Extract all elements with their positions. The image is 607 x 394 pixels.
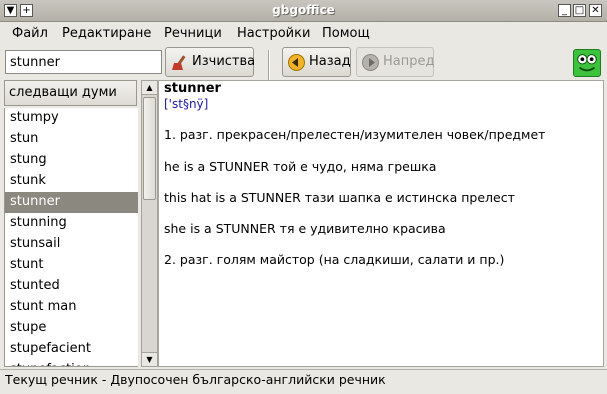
scroll-thumb[interactable]: [143, 97, 156, 200]
back-button-label: Назад: [309, 54, 351, 69]
list-item[interactable]: stupefaction: [5, 360, 138, 366]
forward-button-label: Напред: [383, 54, 435, 69]
list-item[interactable]: stunt: [5, 255, 138, 276]
menu-dictionaries[interactable]: Речници: [164, 26, 222, 41]
definition-line: this hat is a STUNNER тази шапка е истин…: [164, 190, 515, 205]
list-item[interactable]: stunted: [5, 276, 138, 297]
clear-button-label: Изчиства: [192, 54, 256, 69]
close-button[interactable]: ✕: [589, 4, 602, 17]
search-input[interactable]: [5, 50, 162, 74]
list-item[interactable]: stunner: [5, 192, 138, 213]
list-item[interactable]: stunk: [5, 171, 138, 192]
scroll-up-icon[interactable]: ▲: [142, 81, 157, 95]
definition-line: 1. разг. прекрасен/прелестен/изумителен …: [164, 127, 546, 142]
broom-icon: [172, 55, 186, 70]
headword: stunner: [164, 81, 221, 96]
forward-arrow-icon: [362, 54, 379, 71]
list-item[interactable]: stun: [5, 129, 138, 150]
menu-edit[interactable]: Редактиране: [62, 26, 151, 41]
list-item[interactable]: stung: [5, 150, 138, 171]
list-item[interactable]: stunning: [5, 213, 138, 234]
status-bar: Текущ речник - Двупосочен българско-англ…: [0, 369, 607, 389]
list-item[interactable]: stupefacient: [5, 339, 138, 360]
maximize-button[interactable]: □: [573, 4, 586, 17]
word-list[interactable]: stumpy stun stung stunk stunner stunning stuns…: [4, 108, 138, 367]
back-button[interactable]: Назад: [282, 47, 351, 77]
status-text: Текущ речник - Двупосочен българско-англ…: [5, 372, 386, 387]
word-list-scrollbar[interactable]: ▲ ▼: [141, 80, 158, 367]
app-logo: [573, 49, 601, 77]
back-arrow-icon: [288, 54, 305, 71]
list-header[interactable]: следващи думи: [4, 80, 137, 106]
title-bar[interactable]: ▼ + gbgoffice _ □ ✕: [0, 0, 607, 22]
menu-bar: Файл Редактиране Речници Настройки Помощ: [0, 22, 607, 46]
toolbar-separator: [268, 50, 270, 80]
definition-line: 2. разг. голям майстор (на сладкиши, сал…: [164, 252, 505, 267]
list-item[interactable]: stunsail: [5, 234, 138, 255]
definition-line: he is a STUNNER той е чудо, няма грешка: [164, 159, 437, 174]
word-list-panel: следващи думи stumpy stun stung stunk stunne…: [4, 80, 158, 367]
menu-file[interactable]: Файл: [12, 26, 48, 41]
menu-settings[interactable]: Настройки: [237, 26, 310, 41]
frog-icon: [577, 54, 597, 72]
list-item[interactable]: stunt man: [5, 297, 138, 318]
pronunciation: ['st§nÿ]: [164, 97, 209, 111]
list-item[interactable]: stupe: [5, 318, 138, 339]
forward-button[interactable]: Напред: [356, 47, 434, 77]
definition-line: she is a STUNNER тя е удивително красива: [164, 221, 446, 236]
minimize-button[interactable]: _: [558, 4, 571, 17]
list-item[interactable]: stumpy: [5, 108, 138, 129]
translation-panel[interactable]: stunner ['st§nÿ] 1. разг. прекрасен/прел…: [158, 80, 604, 367]
scroll-down-icon[interactable]: ▼: [142, 352, 157, 366]
window-title: gbgoffice: [272, 3, 335, 17]
menu-help[interactable]: Помощ: [322, 26, 370, 41]
clear-button[interactable]: Изчиства: [165, 47, 256, 77]
